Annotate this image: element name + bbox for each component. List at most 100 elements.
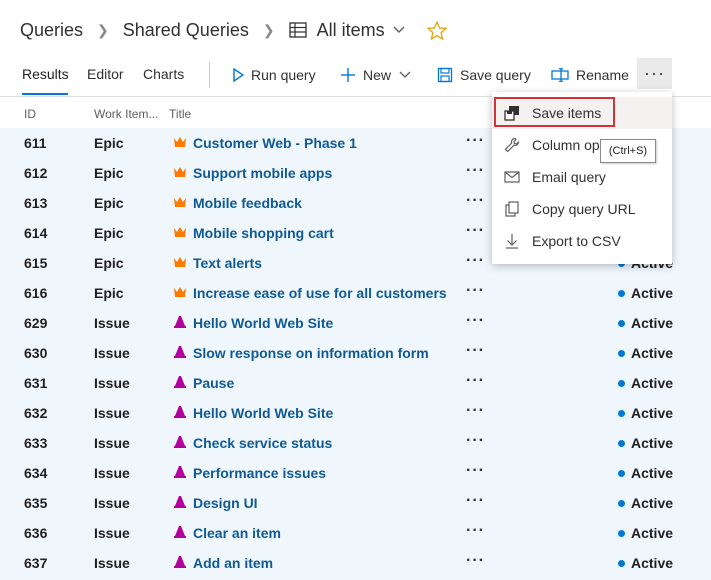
row-id: 613 (24, 195, 48, 211)
menu-item-email-query[interactable]: Email query (492, 161, 672, 193)
table-row[interactable]: 635 Issue Design UI ··· Active (0, 488, 711, 518)
table-row[interactable]: 631 Issue Pause ··· Active (0, 368, 711, 398)
column-header-title[interactable]: Title (169, 107, 191, 121)
row-title-link[interactable]: Mobile shopping cart (193, 225, 334, 241)
rename-label: Rename (576, 67, 629, 83)
row-actions-button[interactable]: ··· (466, 162, 485, 180)
row-title-link[interactable]: Text alerts (193, 255, 262, 271)
row-title-link[interactable]: Design UI (193, 495, 258, 511)
row-id: 636 (24, 525, 48, 541)
row-work-item-type: Issue (94, 555, 130, 571)
row-id: 615 (24, 255, 48, 271)
row-actions-button[interactable]: ··· (466, 402, 485, 420)
tab-editor[interactable]: Editor (87, 66, 124, 82)
row-work-item-type: Epic (94, 165, 124, 181)
breadcrumb-current-query[interactable]: All items (317, 20, 385, 41)
row-actions-button[interactable]: ··· (466, 222, 485, 240)
row-id: 616 (24, 285, 48, 301)
row-state-label: Active (631, 495, 674, 511)
table-row[interactable]: 630 Issue Slow response on information for… (0, 338, 711, 368)
row-title-link[interactable]: Customer Web - Phase 1 (193, 135, 357, 151)
more-actions-button[interactable]: ··· (637, 58, 672, 89)
row-actions-button[interactable]: ··· (466, 312, 485, 330)
table-row[interactable]: 629 Issue Hello World Web Site ··· Active (0, 308, 711, 338)
table-row[interactable]: 637 Issue Add an item ··· Active (0, 548, 711, 578)
row-actions-button[interactable]: ··· (466, 132, 485, 150)
table-row[interactable]: 633 Issue Check service status ··· Active (0, 428, 711, 458)
row-work-item-type: Issue (94, 525, 130, 541)
toolbar-divider (209, 62, 210, 88)
rename-button[interactable]: Rename (551, 64, 629, 86)
row-title-link[interactable]: Check service status (193, 435, 332, 451)
row-actions-button[interactable]: ··· (466, 372, 485, 390)
row-state: Active (618, 555, 673, 571)
new-button[interactable]: New (340, 64, 411, 86)
menu-item-copy-query-url[interactable]: Copy query URL (492, 193, 672, 225)
state-dot-icon (618, 349, 625, 357)
crown-icon (173, 135, 187, 152)
row-work-item-type: Issue (94, 375, 130, 391)
tab-results[interactable]: Results (22, 66, 69, 82)
rename-icon (551, 68, 569, 82)
row-actions-button[interactable]: ··· (466, 252, 485, 270)
row-actions-button[interactable]: ··· (466, 522, 485, 540)
state-dot-icon (618, 499, 625, 507)
favorite-star-icon[interactable] (426, 20, 447, 40)
row-title-link[interactable]: Pause (193, 375, 234, 391)
row-work-item-type: Issue (94, 345, 130, 361)
row-title-link[interactable]: Slow response on information form (193, 345, 429, 361)
save-query-button[interactable]: Save query (437, 64, 531, 86)
row-work-item-type: Epic (94, 225, 124, 241)
row-actions-button[interactable]: ··· (466, 192, 485, 210)
chevron-right-icon: ❯ (97, 21, 109, 38)
plus-icon (341, 68, 355, 82)
table-grid-icon (288, 22, 307, 38)
row-state-label: Active (631, 465, 674, 481)
row-title-link[interactable]: Mobile feedback (193, 195, 302, 211)
state-dot-icon (618, 289, 625, 297)
menu-item-label: Column op (532, 137, 600, 153)
row-work-item-type: Epic (94, 195, 124, 211)
row-title-link[interactable]: Support mobile apps (193, 165, 332, 181)
chevron-down-icon[interactable] (393, 26, 405, 34)
row-id: 632 (24, 405, 48, 421)
state-dot-icon (618, 319, 625, 327)
column-header-id[interactable]: ID (24, 107, 36, 121)
row-work-item-type: Issue (94, 465, 130, 481)
row-actions-button[interactable]: ··· (466, 552, 485, 570)
state-dot-icon (618, 439, 625, 447)
row-title-link[interactable]: Performance issues (193, 465, 326, 481)
row-state: Active (618, 285, 673, 301)
table-row[interactable]: 616 Epic Increase ease of use for all cust… (0, 278, 711, 308)
tab-charts[interactable]: Charts (143, 66, 184, 82)
column-header-work-item-type[interactable]: Work Item... (94, 107, 158, 121)
row-actions-button[interactable]: ··· (466, 282, 485, 300)
row-actions-button[interactable]: ··· (466, 492, 485, 510)
issue-icon (173, 495, 187, 512)
active-tab-indicator (22, 93, 68, 95)
table-row[interactable]: 636 Issue Clear an item ··· Active (0, 518, 711, 548)
table-row[interactable]: 632 Issue Hello World Web Site ··· Active (0, 398, 711, 428)
table-row[interactable]: 634 Issue Performance issues ··· Active (0, 458, 711, 488)
breadcrumb-shared-queries[interactable]: Shared Queries (123, 20, 249, 41)
row-title-link[interactable]: Hello World Web Site (193, 405, 333, 421)
state-dot-icon (618, 559, 625, 567)
row-title-link[interactable]: Hello World Web Site (193, 315, 333, 331)
row-id: 630 (24, 345, 48, 361)
row-actions-button[interactable]: ··· (466, 342, 485, 360)
issue-icon (173, 315, 187, 332)
row-actions-button[interactable]: ··· (466, 432, 485, 450)
row-state-label: Active (631, 285, 674, 301)
row-actions-button[interactable]: ··· (466, 462, 485, 480)
shortcut-tooltip: (Ctrl+S) (600, 139, 656, 163)
state-dot-icon (618, 469, 625, 477)
row-id: 614 (24, 225, 48, 241)
row-title-link[interactable]: Clear an item (193, 525, 281, 541)
run-query-button[interactable]: Run query (232, 64, 316, 86)
row-title-link[interactable]: Increase ease of use for all customers (193, 285, 447, 301)
menu-item-export-to-csv[interactable]: Export to CSV (492, 225, 672, 257)
row-title-link[interactable]: Add an item (193, 555, 273, 571)
row-state-label: Active (631, 555, 674, 571)
run-query-label: Run query (251, 67, 316, 83)
breadcrumb-queries[interactable]: Queries (20, 20, 83, 41)
